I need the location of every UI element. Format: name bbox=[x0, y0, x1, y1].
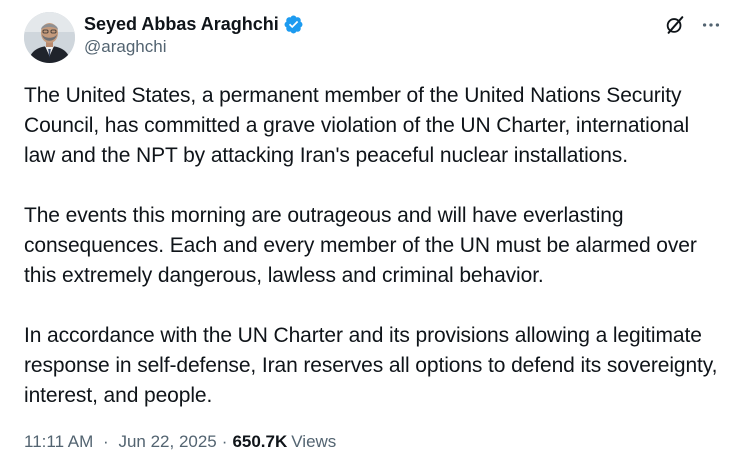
views-count: 650.7K bbox=[232, 432, 288, 451]
tweet: Seyed Abbas Araghchi @araghchi The Unite… bbox=[0, 0, 734, 463]
tweet-timestamp-link[interactable]: 11:11 AM · Jun 22, 2025 bbox=[24, 432, 217, 452]
meta-separator: · bbox=[221, 432, 228, 451]
tweet-time: 11:11 AM bbox=[24, 432, 94, 451]
tweet-date: Jun 22, 2025 bbox=[118, 432, 217, 451]
views-link[interactable]: 650.7K Views bbox=[232, 432, 336, 452]
tweet-text: The United States, a permanent member of… bbox=[24, 81, 724, 411]
avatar-portrait bbox=[24, 12, 75, 63]
verified-badge-icon bbox=[283, 14, 304, 35]
views-label: Views bbox=[291, 432, 337, 451]
author-handle[interactable]: @araghchi bbox=[84, 37, 166, 57]
author-display-name[interactable]: Seyed Abbas Araghchi bbox=[84, 14, 279, 35]
tweet-paragraph: The events this morning are outrageous a… bbox=[24, 204, 697, 287]
meta-separator: · bbox=[103, 432, 109, 451]
tweet-meta: 11:11 AM · Jun 22, 2025 · 650.7K Views bbox=[24, 432, 336, 452]
author-name-row: Seyed Abbas Araghchi bbox=[84, 13, 304, 35]
tweet-paragraph: The United States, a permanent member of… bbox=[24, 84, 690, 167]
more-icon[interactable] bbox=[698, 12, 724, 38]
tweet-paragraph: In accordance with the UN Charter and it… bbox=[24, 324, 718, 407]
tweet-top-actions bbox=[662, 12, 724, 38]
avatar[interactable] bbox=[24, 12, 75, 63]
grok-icon[interactable] bbox=[662, 12, 688, 38]
